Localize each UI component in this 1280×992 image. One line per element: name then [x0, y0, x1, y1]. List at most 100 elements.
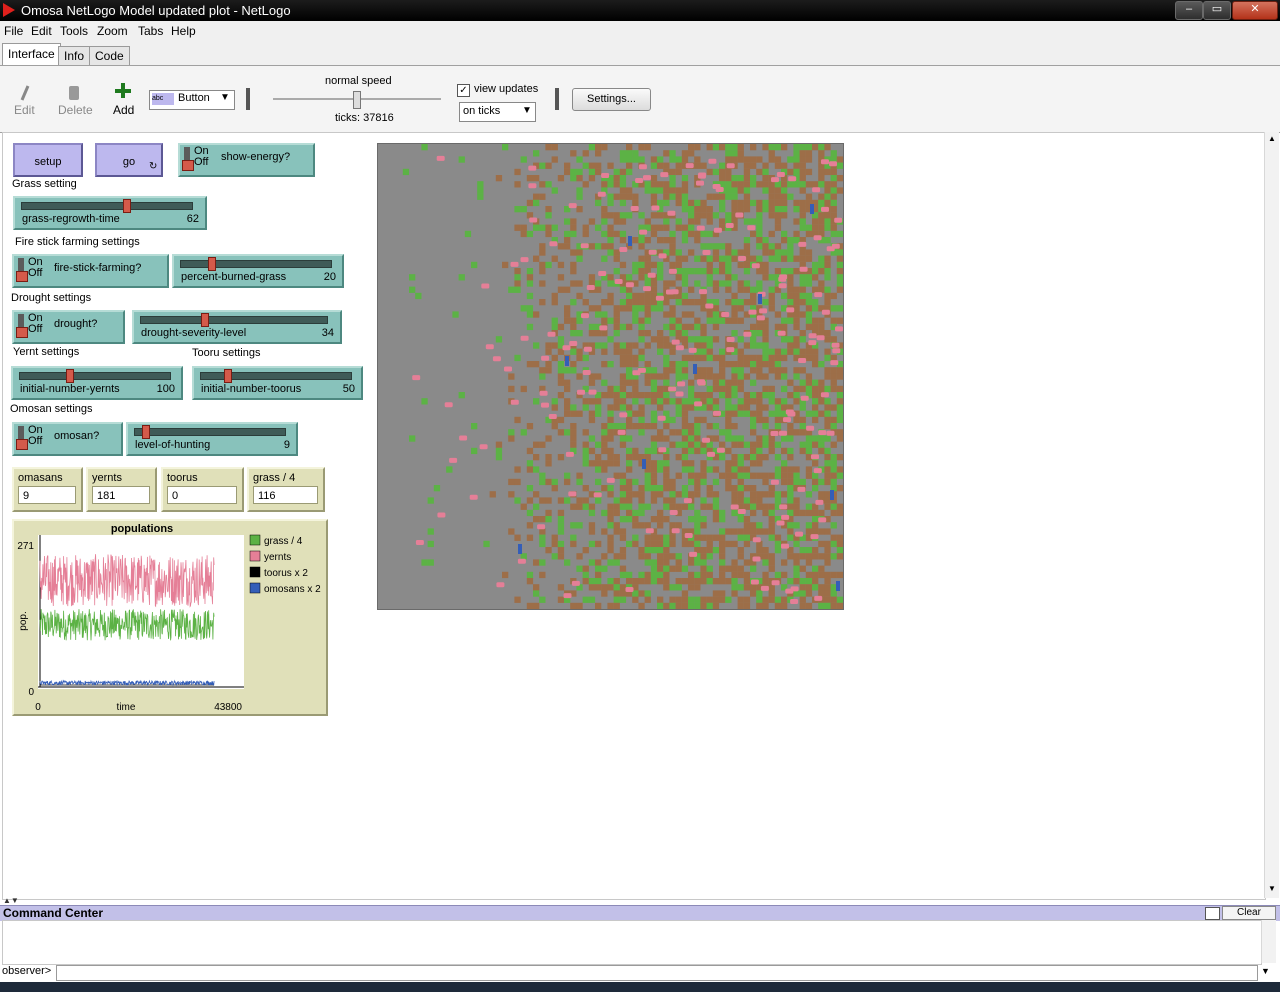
yernt-agent	[713, 410, 721, 416]
patch	[836, 175, 844, 182]
patch	[619, 237, 627, 244]
patch	[781, 323, 788, 331]
scroll-down-icon[interactable]: ▼	[1268, 884, 1276, 893]
add-button-label[interactable]: Add	[113, 103, 134, 117]
tab-info[interactable]: Info	[58, 46, 91, 65]
minimize-button[interactable]: –	[1175, 1, 1203, 20]
patch	[669, 398, 676, 405]
command-output[interactable]	[2, 920, 1262, 965]
close-button[interactable]: ✕	[1232, 1, 1278, 20]
patch	[743, 175, 751, 182]
initial-number-toorus-slider[interactable]: initial-number-toorus 50	[192, 366, 363, 400]
level-of-hunting-slider[interactable]: level-of-hunting 9	[126, 422, 298, 456]
patch	[787, 181, 794, 188]
world-view[interactable]	[377, 143, 844, 610]
patch	[768, 367, 775, 374]
delete-button-label[interactable]: Delete	[58, 103, 93, 117]
patch	[731, 571, 738, 579]
menu-help[interactable]: Help	[171, 24, 196, 38]
yernt-agent	[635, 178, 644, 183]
patch	[781, 193, 788, 200]
patch	[836, 410, 844, 417]
patch	[818, 398, 825, 405]
omosan-switch[interactable]: On Off omosan?	[12, 422, 123, 456]
percent-burned-slider[interactable]: percent-burned-grass 20	[172, 254, 344, 288]
tab-code[interactable]: Code	[89, 46, 130, 65]
menu-tabs[interactable]: Tabs	[138, 24, 163, 38]
go-button[interactable]: go ↻	[95, 143, 163, 177]
tab-interface[interactable]: Interface	[2, 43, 61, 66]
patch	[570, 410, 577, 417]
settings-button[interactable]: Settings...	[572, 88, 651, 111]
patch	[588, 243, 596, 250]
patch	[644, 540, 651, 548]
omosan-agent	[830, 490, 834, 500]
patch	[619, 485, 627, 492]
menu-zoom[interactable]: Zoom	[97, 24, 128, 38]
patch	[812, 317, 819, 324]
patch	[694, 485, 701, 492]
splitter-arrows-icon[interactable]: ▲▼	[3, 896, 19, 905]
patch	[712, 311, 720, 318]
patch	[582, 224, 589, 231]
add-plus-icon[interactable]	[113, 80, 135, 102]
interface-vertical-scrollbar[interactable]: ▲ ▼	[1264, 132, 1279, 898]
view-updates-checkbox[interactable]: ✓	[457, 84, 470, 97]
slider-handle[interactable]	[208, 257, 217, 271]
patch	[762, 249, 769, 256]
maximize-button[interactable]: ▭	[1203, 1, 1231, 20]
edit-pencil-icon[interactable]	[14, 82, 36, 104]
patch	[725, 168, 732, 176]
command-input[interactable]	[56, 965, 1258, 981]
patch	[663, 534, 670, 541]
expand-icon[interactable]	[1205, 907, 1220, 920]
patch	[564, 429, 571, 436]
update-mode-dropdown[interactable]: on ticks ▼	[459, 102, 536, 122]
delete-trash-icon[interactable]	[64, 82, 86, 104]
slider-value: 34	[321, 327, 334, 339]
patch	[830, 385, 837, 393]
edit-button-label[interactable]: Edit	[14, 103, 35, 117]
menu-edit[interactable]: Edit	[31, 24, 52, 38]
patch	[526, 274, 534, 281]
patch	[824, 224, 831, 231]
clear-button[interactable]: Clear	[1222, 906, 1276, 920]
fire-stick-farming-switch[interactable]: On Off fire-stick-farming?	[12, 254, 169, 288]
scroll-up-icon[interactable]: ▲	[1268, 134, 1276, 143]
patch	[830, 571, 837, 579]
patch	[818, 218, 825, 225]
patch	[681, 398, 689, 405]
slider-handle[interactable]	[141, 425, 150, 439]
yernt-agent	[643, 175, 651, 181]
widget-type-dropdown[interactable]: abc Button ▼	[149, 90, 235, 110]
patch	[675, 410, 682, 417]
patch	[675, 218, 682, 225]
switch-label: show-energy?	[221, 151, 291, 163]
command-output-scrollbar[interactable]	[1261, 920, 1276, 963]
patch	[836, 249, 844, 256]
chevron-down-icon[interactable]: ▼	[1261, 966, 1270, 976]
show-energy-switch[interactable]: On Off show-energy?	[178, 143, 315, 177]
speed-slider-handle[interactable]	[353, 91, 361, 109]
patch	[650, 261, 658, 269]
patch	[787, 243, 794, 250]
setup-button[interactable]: setup	[13, 143, 83, 177]
slider-handle[interactable]	[223, 369, 232, 383]
patch	[774, 441, 782, 448]
drought-severity-slider[interactable]: drought-severity-level 34	[132, 310, 342, 344]
patch	[793, 292, 800, 300]
grass-regrowth-slider[interactable]: grass-regrowth-time 62	[13, 196, 207, 230]
patch	[719, 354, 726, 362]
slider-handle[interactable]	[122, 199, 131, 213]
drought-switch[interactable]: On Off drought?	[12, 310, 125, 344]
slider-handle[interactable]	[66, 369, 75, 383]
menu-tools[interactable]: Tools	[60, 24, 88, 38]
initial-number-yernts-slider[interactable]: initial-number-yernts 100	[11, 366, 183, 400]
menu-file[interactable]: File	[4, 24, 23, 38]
patch	[619, 354, 627, 362]
yernt-agent	[808, 333, 817, 339]
patch	[588, 144, 596, 151]
yernt-agent	[647, 272, 656, 278]
yernt-agent	[520, 335, 529, 341]
slider-handle[interactable]	[200, 313, 209, 327]
